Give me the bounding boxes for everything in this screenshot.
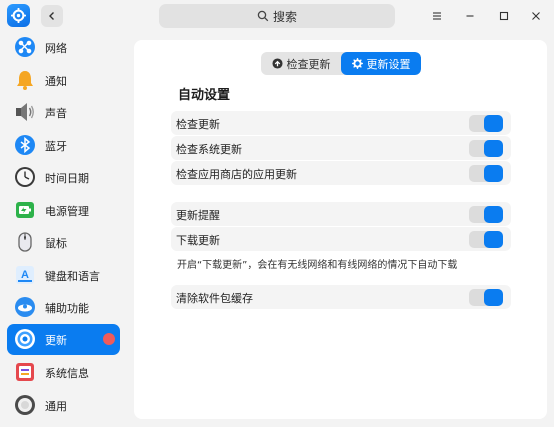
switch-knob	[484, 165, 503, 182]
menu-button[interactable]	[427, 6, 447, 26]
download-updates-switch[interactable]	[469, 231, 503, 248]
sidebar-item-label: 时间日期	[45, 172, 89, 185]
title-bar: 搜索	[0, 0, 554, 32]
sidebar-item-label: 网络	[45, 42, 67, 55]
tab-label: 检查更新	[286, 57, 331, 71]
setting-label: 更新提醒	[176, 209, 220, 222]
minimize-button[interactable]	[460, 6, 480, 26]
sidebar-item-network[interactable]: 网络	[7, 32, 120, 63]
sidebar-item-label: 通知	[45, 74, 67, 88]
sidebar-item-label: 鼠标	[45, 237, 67, 250]
switch-knob	[484, 289, 503, 306]
setting-row-download-updates: 下载更新	[171, 227, 511, 251]
mouse-icon	[13, 230, 37, 254]
sidebar-item-accessibility[interactable]: 辅助功能	[7, 292, 120, 323]
chevron-left-icon	[49, 12, 54, 20]
search-icon	[257, 10, 269, 22]
clock-icon	[13, 165, 37, 189]
maximize-button[interactable]	[494, 6, 514, 26]
update-reminder-switch[interactable]	[469, 206, 503, 223]
upload-circle-icon	[271, 58, 283, 69]
check-updates-switch[interactable]	[469, 115, 503, 132]
sidebar-item-bluetooth[interactable]: 蓝牙	[7, 130, 120, 161]
maximize-icon	[499, 11, 509, 21]
svg-text:A: A	[21, 269, 29, 281]
update-settings-panel: 检查更新 更新设置 自动设置 检查更新 检查系统更新 检查应用商店的应用更新 更…	[134, 40, 547, 419]
setting-label: 检查系统更新	[176, 143, 242, 156]
hamburger-menu-icon	[433, 12, 441, 20]
sidebar-item-label: 声音	[45, 107, 67, 120]
setting-label: 清除软件包缓存	[176, 292, 253, 305]
accessibility-icon	[13, 295, 37, 319]
switch-knob	[484, 231, 503, 248]
sidebar-item-power[interactable]: 电源管理	[7, 195, 120, 226]
sidebar-item-label: 电源管理	[45, 204, 89, 218]
search-placeholder: 搜索	[272, 9, 297, 24]
setting-label: 检查应用商店的应用更新	[176, 168, 297, 181]
sidebar-item-mouse[interactable]: 鼠标	[7, 227, 120, 258]
sidebar-item-notifications[interactable]: 通知	[7, 65, 120, 96]
control-center-logo-icon	[7, 4, 30, 27]
check-store-updates-switch[interactable]	[469, 165, 503, 182]
sidebar-item-label: 更新	[45, 334, 67, 347]
network-icon	[13, 35, 37, 59]
back-button[interactable]	[41, 5, 63, 27]
sidebar-item-sound[interactable]: 声音	[7, 97, 120, 128]
setting-row-check-system-updates: 检查系统更新	[171, 136, 511, 160]
setting-row-update-reminder: 更新提醒	[171, 202, 511, 226]
check-system-updates-switch[interactable]	[469, 140, 503, 157]
keyboard-icon: A	[13, 263, 37, 287]
setting-row-clear-package-cache: 清除软件包缓存	[171, 285, 511, 309]
sidebar-item-label: 蓝牙	[45, 139, 67, 153]
update-tabs: 检查更新 更新设置	[261, 52, 421, 75]
sidebar-item-label: 通用	[45, 399, 67, 413]
download-updates-note: 开启“下载更新”，会在有无线网络和有线网络的情况下自动下载	[177, 260, 458, 271]
sidebar-item-label: 系统信息	[45, 367, 89, 380]
tab-label: 更新设置	[366, 57, 411, 71]
clear-package-cache-switch[interactable]	[469, 289, 503, 306]
setting-row-check-store-updates: 检查应用商店的应用更新	[171, 161, 511, 185]
update-icon	[13, 327, 37, 351]
battery-icon	[13, 198, 37, 222]
section-title: 自动设置	[178, 88, 231, 103]
setting-label: 检查更新	[176, 118, 220, 131]
sidebar-item-label: 键盘和语言	[45, 269, 100, 283]
sidebar-item-update[interactable]: 更新	[7, 324, 120, 355]
general-icon	[13, 393, 37, 417]
bluetooth-icon	[13, 133, 37, 157]
sidebar-item-datetime[interactable]: 时间日期	[7, 162, 120, 193]
close-icon	[532, 12, 540, 20]
speaker-icon	[13, 100, 37, 124]
notification-badge	[103, 333, 115, 345]
setting-row-check-updates: 检查更新	[171, 111, 511, 135]
system-info-icon	[13, 360, 37, 384]
search-input[interactable]: 搜索	[159, 4, 395, 28]
sidebar-item-keyboard-language[interactable]: A 键盘和语言	[7, 260, 120, 291]
bell-icon	[13, 68, 37, 92]
sidebar-item-general[interactable]: 通用	[7, 390, 120, 421]
sidebar-item-label: 辅助功能	[45, 302, 89, 315]
minimize-icon	[466, 15, 474, 17]
tab-update-settings[interactable]: 更新设置	[341, 52, 421, 75]
switch-knob	[484, 140, 503, 157]
sidebar: 网络 通知 声音 蓝牙 时间日期 电源管理 鼠标 A 键盘和语言 辅助功能 更新…	[0, 32, 128, 427]
sidebar-item-system-info[interactable]: 系统信息	[7, 357, 120, 388]
switch-knob	[484, 206, 503, 223]
switch-knob	[484, 115, 503, 132]
tab-check-updates[interactable]: 检查更新	[261, 52, 341, 75]
gear-icon	[351, 58, 363, 69]
close-button[interactable]	[526, 6, 546, 26]
setting-label: 下载更新	[176, 234, 220, 247]
